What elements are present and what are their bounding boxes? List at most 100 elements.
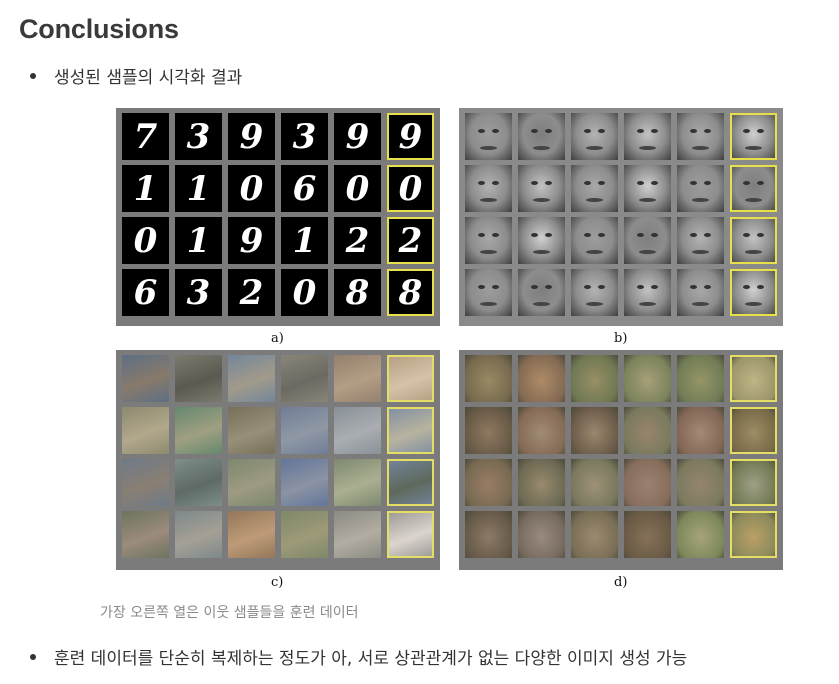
mnist-digit-cell: 8 xyxy=(334,269,381,316)
cifar-image-cell xyxy=(334,459,381,506)
cifar-image-cell xyxy=(122,459,169,506)
figure-panel-c xyxy=(116,350,440,570)
face-image-cell xyxy=(730,165,777,212)
cifar-image-cell xyxy=(281,355,328,402)
animal-image-cell xyxy=(730,459,777,506)
mnist-digit-cell: 7 xyxy=(122,113,169,160)
cifar-image-cell xyxy=(281,511,328,558)
mnist-digit-cell: 9 xyxy=(387,113,434,160)
animal-image-cell xyxy=(465,355,512,402)
animal-image-cell xyxy=(465,511,512,558)
page-title: Conclusions xyxy=(19,14,179,44)
cifar-image-cell xyxy=(228,511,275,558)
cifar-grid xyxy=(122,355,434,558)
animal-image-cell xyxy=(730,407,777,454)
face-image-cell xyxy=(465,269,512,316)
cifar-image-cell xyxy=(228,355,275,402)
mnist-digit-cell: 0 xyxy=(228,165,275,212)
cifar-image-cell xyxy=(334,407,381,454)
face-image-cell xyxy=(730,113,777,160)
mnist-digit-cell: 2 xyxy=(228,269,275,316)
cifar-image-cell xyxy=(281,459,328,506)
animal-image-cell xyxy=(677,407,724,454)
faces-grid xyxy=(465,113,777,316)
face-image-cell xyxy=(677,217,724,264)
mnist-digit-cell: 1 xyxy=(281,217,328,264)
face-image-cell xyxy=(624,217,671,264)
cifar-image-cell xyxy=(175,511,222,558)
face-image-cell xyxy=(518,165,565,212)
face-image-cell xyxy=(465,217,512,264)
mnist-digit-cell: 0 xyxy=(334,165,381,212)
cifar-image-cell xyxy=(175,355,222,402)
cifar-image-cell xyxy=(334,355,381,402)
bullet-dot-icon xyxy=(30,72,36,79)
animal-image-cell xyxy=(518,511,565,558)
cifar-image-cell xyxy=(334,511,381,558)
mnist-digit-cell: 1 xyxy=(175,165,222,212)
animal-image-cell xyxy=(518,459,565,506)
caption-b: b) xyxy=(614,331,628,346)
animal-image-cell xyxy=(730,355,777,402)
bullet-dot-icon xyxy=(30,653,36,660)
mnist-digit-cell: 1 xyxy=(175,217,222,264)
caption-a: a) xyxy=(271,331,284,346)
animal-image-cell xyxy=(730,511,777,558)
cifar-image-cell xyxy=(122,407,169,454)
face-image-cell xyxy=(730,217,777,264)
cifar-image-cell xyxy=(387,511,434,558)
animal-image-cell xyxy=(624,407,671,454)
animal-image-cell xyxy=(677,355,724,402)
mnist-digit-cell: 1 xyxy=(122,165,169,212)
face-image-cell xyxy=(677,269,724,316)
animal-image-cell xyxy=(624,355,671,402)
animal-image-cell xyxy=(624,511,671,558)
figure-panel-b xyxy=(459,108,783,326)
caption-d: d) xyxy=(614,575,628,590)
animal-image-cell xyxy=(465,407,512,454)
face-image-cell xyxy=(571,269,618,316)
bullet-text: 생성된 샘플의 시각화 결과 xyxy=(54,68,243,88)
face-image-cell xyxy=(518,113,565,160)
face-image-cell xyxy=(624,165,671,212)
figure-panel-a: 739399110600019122632088 xyxy=(116,108,440,326)
face-image-cell xyxy=(677,165,724,212)
cifar-image-cell xyxy=(228,459,275,506)
mnist-digit-cell: 3 xyxy=(175,269,222,316)
cifar-image-cell xyxy=(387,407,434,454)
face-image-cell xyxy=(465,165,512,212)
mnist-digit-cell: 9 xyxy=(228,217,275,264)
animal-image-cell xyxy=(465,459,512,506)
mnist-digit-cell: 2 xyxy=(387,217,434,264)
mnist-digit-cell: 6 xyxy=(281,165,328,212)
mnist-digit-cell: 0 xyxy=(387,165,434,212)
animal-image-cell xyxy=(571,459,618,506)
figure-panel-d xyxy=(459,350,783,570)
mnist-digit-cell: 8 xyxy=(387,269,434,316)
mnist-digit-cell: 2 xyxy=(334,217,381,264)
face-image-cell xyxy=(518,217,565,264)
face-image-cell xyxy=(518,269,565,316)
face-image-cell xyxy=(465,113,512,160)
cifar-image-cell xyxy=(228,407,275,454)
face-image-cell xyxy=(571,113,618,160)
cifar-image-cell xyxy=(122,511,169,558)
animal-image-cell xyxy=(518,407,565,454)
animal-image-cell xyxy=(677,511,724,558)
mnist-digit-cell: 9 xyxy=(228,113,275,160)
mnist-digit-cell: 0 xyxy=(122,217,169,264)
cifar-image-cell xyxy=(175,407,222,454)
face-image-cell xyxy=(571,165,618,212)
animal-image-cell xyxy=(624,459,671,506)
bullet-item: 생성된 샘플의 시각화 결과 xyxy=(30,63,242,88)
bullet-item: 훈련 데이터를 단순히 복제하는 정도가 아, 서로 상관관계가 없는 다양한 … xyxy=(30,644,687,669)
face-image-cell xyxy=(624,113,671,160)
caption-c: c) xyxy=(271,575,284,590)
animal-image-cell xyxy=(571,407,618,454)
face-image-cell xyxy=(677,113,724,160)
animal-image-cell xyxy=(518,355,565,402)
animal-grid xyxy=(465,355,777,558)
mnist-digit-cell: 6 xyxy=(122,269,169,316)
cifar-image-cell xyxy=(175,459,222,506)
animal-image-cell xyxy=(571,511,618,558)
